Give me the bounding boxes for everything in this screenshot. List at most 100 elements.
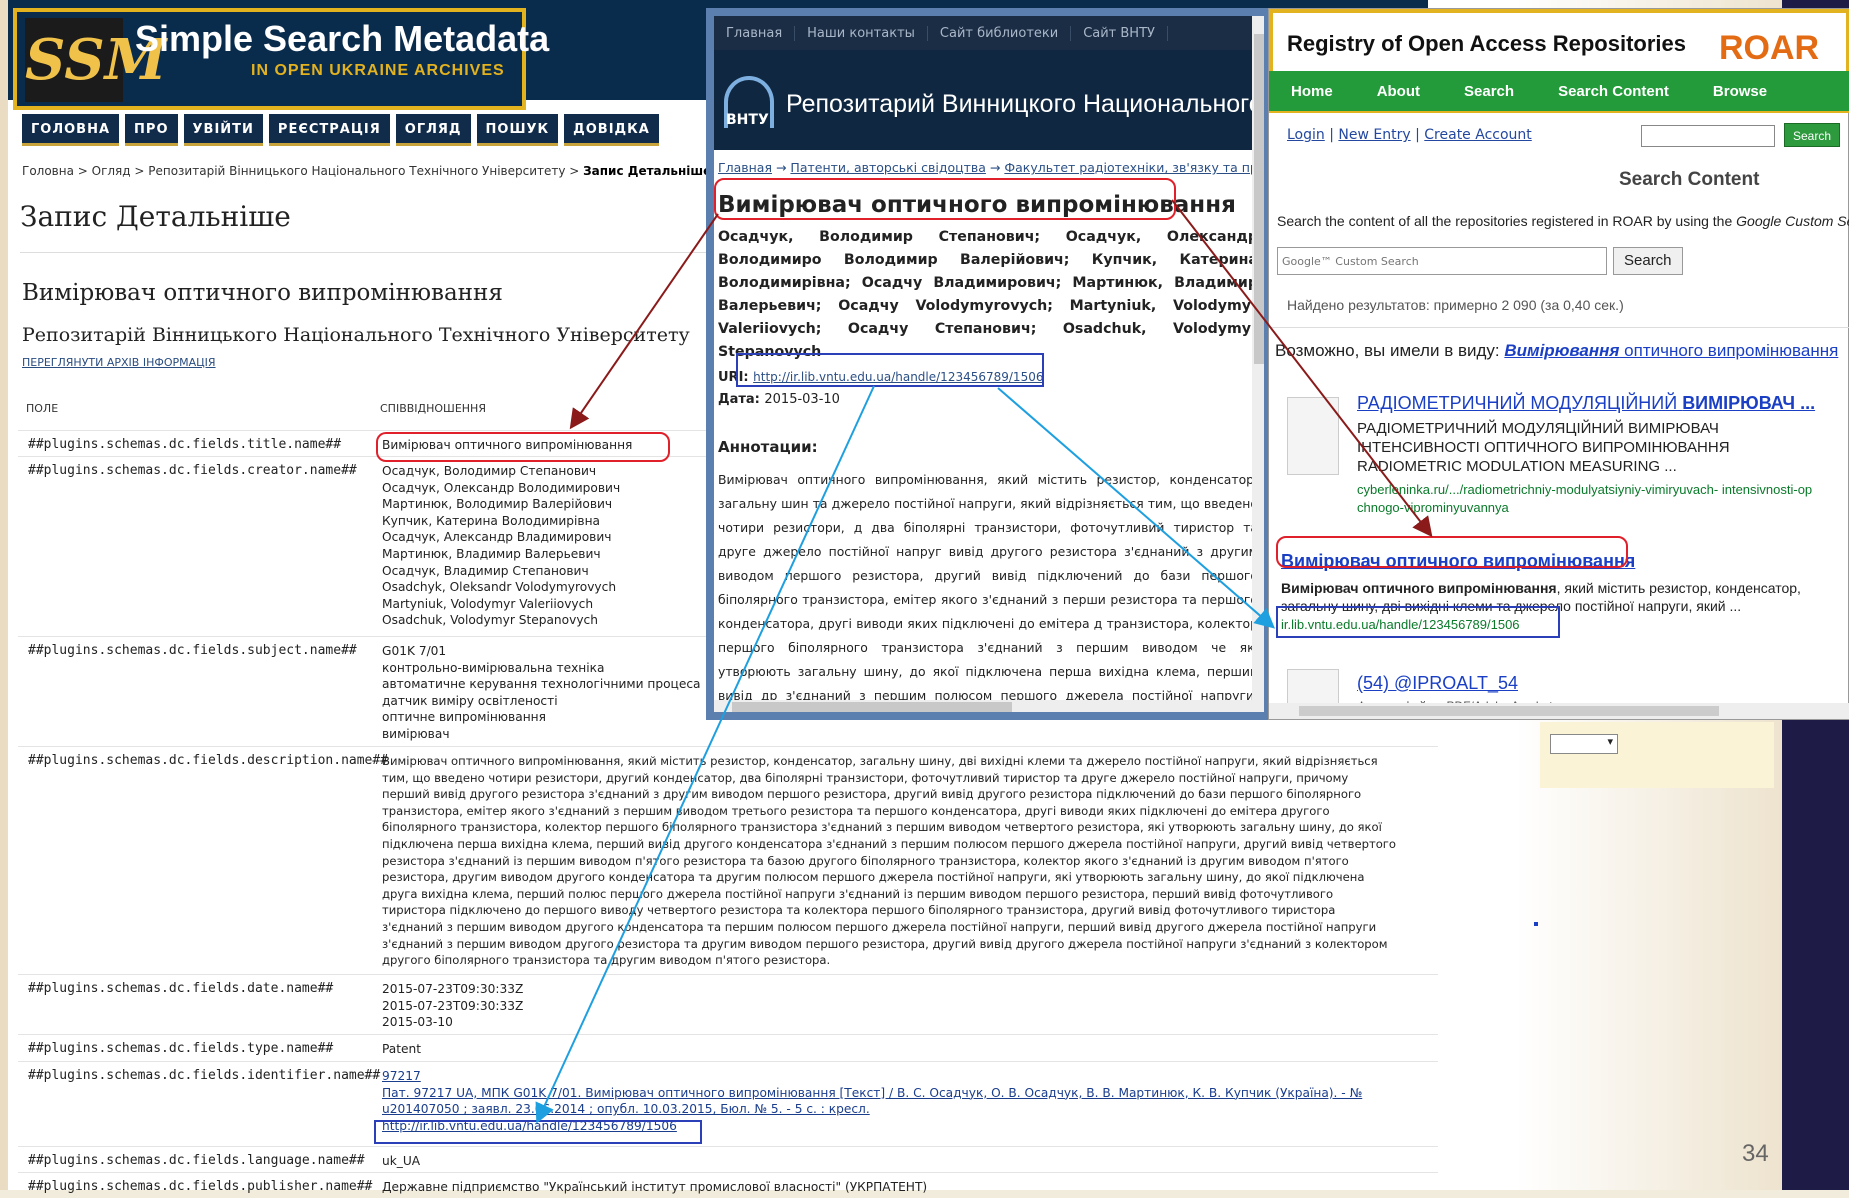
nav-about[interactable]: ПРО: [125, 114, 178, 146]
roar-account-links: Login | New Entry | Create Account: [1287, 127, 1532, 143]
tab-vntu[interactable]: Сайт ВНТУ: [1071, 25, 1168, 41]
nav-help[interactable]: ДОВІДКА: [564, 114, 659, 146]
nav-browse[interactable]: ОГЛЯД: [395, 114, 471, 146]
breadcrumb-patents[interactable]: Патенти, авторські свідоцтва: [790, 160, 986, 175]
result-title-bold: ВИМІРЮВАЧ ...: [1682, 393, 1816, 413]
table-row: ##plugins.schemas.dc.fields.date.name## …: [18, 974, 1438, 1034]
field-name: ##plugins.schemas.dc.fields.publisher.na…: [28, 1179, 373, 1194]
nav-login[interactable]: УВІЙТИ: [183, 114, 263, 146]
roar-nav: Home About Search Search Content Browse: [1269, 71, 1849, 111]
snippet-bold: Вимірювач оптичного випромінювання: [1281, 580, 1557, 596]
divider: [1269, 327, 1849, 328]
field-value: Державне підприємство "Український інсти…: [382, 1180, 928, 1194]
login-link[interactable]: Login: [1287, 127, 1325, 143]
vntu-header-title: Репозитарий Винницкого Национального Те: [786, 90, 1264, 118]
patent-citation-link[interactable]: Пат. 97217 UA, МПК G01K 7/01. Вимірювач …: [382, 1086, 1362, 1117]
roar-nav-search[interactable]: Search: [1442, 83, 1536, 100]
vntu-header: ВНТУ Репозитарий Винницкого Национальног…: [714, 50, 1264, 150]
vntu-breadcrumb: Главная → Патенти, авторські свідоцтва →…: [718, 160, 1264, 175]
field-name: ##plugins.schemas.dc.fields.description.…: [28, 753, 389, 768]
highlight-uri-roar: [1276, 606, 1560, 638]
roar-nav-search-content[interactable]: Search Content: [1536, 83, 1691, 100]
did-you-mean-prefix: Возможно, вы имели в виду:: [1275, 341, 1505, 360]
ssm-logo-banner[interactable]: SSM Simple Search Metadata IN OPEN UKRAI…: [13, 8, 549, 110]
table-row: ##plugins.schemas.dc.fields.description.…: [18, 746, 1438, 974]
horizontal-scroll-thumb[interactable]: [1299, 706, 1719, 716]
dropdown-select[interactable]: ▾: [1550, 734, 1618, 754]
vntu-date-row: Дата: 2015-03-10: [718, 392, 840, 407]
annotation-heading: Аннотации:: [718, 438, 818, 456]
table-row: ##plugins.schemas.dc.fields.language.nam…: [18, 1146, 1438, 1172]
roar-nav-about[interactable]: About: [1355, 83, 1442, 100]
repository-name: Репозитарій Вінницького Національного Те…: [22, 324, 690, 346]
table-row: ##plugins.schemas.dc.fields.publisher.na…: [18, 1172, 1438, 1198]
field-name: ##plugins.schemas.dc.fields.date.name##: [28, 981, 334, 996]
result-title-link[interactable]: (54) @IPROALT_54: [1357, 673, 1518, 694]
did-you-mean-bold: Вимірювання: [1504, 341, 1620, 360]
table-row: ##plugins.schemas.dc.fields.identifier.n…: [18, 1061, 1438, 1146]
date-label: Дата:: [718, 392, 760, 407]
result-thumbnail[interactable]: [1287, 397, 1339, 475]
field-name: ##plugins.schemas.dc.fields.creator.name…: [28, 463, 357, 478]
breadcrumb-current: Запис Детальніше: [583, 164, 712, 178]
ssm-logo: SSM: [25, 18, 167, 102]
roar-logo[interactable]: ROAR: [1719, 29, 1819, 68]
result-title-link[interactable]: РАДІОМЕТРИЧНИЙ МОДУЛЯЦІЙНИЙ ВИМІРЮВАЧ ..…: [1357, 393, 1815, 414]
ssm-nav: ГОЛОВНА ПРО УВІЙТИ РЕЄСТРАЦІЯ ОГЛЯД ПОШУ…: [22, 114, 659, 146]
roar-title: Registry of Open Access Repositories: [1287, 31, 1686, 56]
breadcrumb-path[interactable]: Головна > Огляд > Репозитарій Вінницьког…: [22, 164, 583, 178]
marker-dot: [1534, 922, 1538, 926]
annotation-text: Вимірювач оптичного випромінювання, який…: [718, 472, 1258, 703]
roar-nav-home[interactable]: Home: [1269, 83, 1355, 100]
field-name: ##plugins.schemas.dc.fields.type.name##: [28, 1041, 334, 1056]
roar-search-input[interactable]: [1641, 125, 1775, 147]
vntu-logo-text: ВНТУ: [726, 112, 769, 128]
breadcrumb-faculty[interactable]: Факультет радіотехніки, зв'язку та прила…: [1004, 160, 1264, 175]
did-you-mean: Возможно, вы имели в виду: Вимірювання о…: [1275, 341, 1838, 361]
search-content-title: Search Content: [1619, 169, 1760, 190]
tab-contacts[interactable]: Наши контакты: [795, 25, 928, 41]
nav-home[interactable]: ГОЛОВНА: [22, 114, 120, 146]
date-value: 2015-03-10: [764, 392, 840, 407]
did-you-mean-link[interactable]: Вимірювання оптичного випромінювання: [1504, 341, 1838, 360]
column-header-field: ПОЛЕ: [26, 402, 59, 415]
search-content-description: Search the content of all the repositori…: [1277, 213, 1849, 229]
tab-library[interactable]: Сайт библиотеки: [928, 25, 1072, 41]
vntu-top-nav: Главная Наши контакты Сайт библиотеки Са…: [714, 16, 1264, 50]
ssm-subtitle: IN OPEN UKRAINE ARCHIVES: [251, 62, 505, 79]
result-snippet: РАДІОМЕТРИЧНИЙ МОДУЛЯЦІЙНИЙ ВИМІРЮВАЧ ІН…: [1357, 420, 1730, 475]
field-value: Patent: [382, 1042, 422, 1056]
tab-main[interactable]: Главная: [714, 25, 796, 41]
table-row: ##plugins.schemas.dc.fields.type.name## …: [18, 1034, 1438, 1061]
field-name: ##plugins.schemas.dc.fields.language.nam…: [28, 1153, 365, 1168]
page-title: Запис Детальніше: [20, 200, 291, 233]
roar-nav-browse[interactable]: Browse: [1691, 83, 1789, 100]
google-search-button[interactable]: Search: [1613, 247, 1683, 275]
result-title-part: РАДІОМЕТРИЧНИЙ МОДУЛЯЦІЙНИЙ: [1357, 393, 1683, 413]
desc-emphasis: Google Custom Sea: [1736, 213, 1849, 229]
highlight-title-ssm: [376, 432, 670, 462]
vertical-scroll-thumb[interactable]: [1254, 34, 1264, 364]
nav-search[interactable]: ПОШУК: [476, 114, 559, 146]
create-account-link[interactable]: Create Account: [1424, 127, 1532, 143]
column-header-value: СПІВВІДНОШЕННЯ: [380, 402, 486, 415]
archive-info-link[interactable]: ПЕРЕГЛЯНУТИ АРХІВ ІНФОРМАЦІЯ: [22, 356, 216, 369]
field-name: ##plugins.schemas.dc.fields.identifier.n…: [28, 1068, 381, 1083]
field-name: ##plugins.schemas.dc.fields.subject.name…: [28, 643, 357, 658]
highlight-uri-vntu: [736, 353, 1044, 387]
slide-page-number: 34: [1742, 1140, 1769, 1167]
new-entry-link[interactable]: New Entry: [1338, 127, 1410, 143]
field-value: 2015-07-23T09:30:33Z 2015-07-23T09:30:33…: [382, 982, 524, 1030]
breadcrumb-main[interactable]: Главная: [718, 160, 772, 175]
identifier-link[interactable]: 97217: [382, 1069, 421, 1083]
field-name: ##plugins.schemas.dc.fields.title.name##: [28, 437, 342, 452]
breadcrumb: Головна > Огляд > Репозитарій Вінницьког…: [22, 164, 711, 178]
ssm-title: Simple Search Metadata: [135, 18, 550, 59]
horizontal-scroll-thumb[interactable]: [732, 702, 1012, 712]
nav-register[interactable]: РЕЄСТРАЦІЯ: [268, 114, 390, 146]
highlight-title-roar: [1276, 536, 1628, 568]
vntu-authors: Осадчук, Володимир Степанович; Осадчук, …: [718, 229, 1258, 360]
roar-search-button[interactable]: Search: [1784, 123, 1841, 147]
google-search-input[interactable]: [1277, 247, 1607, 275]
highlight-uri-ssm: [374, 1120, 702, 1144]
